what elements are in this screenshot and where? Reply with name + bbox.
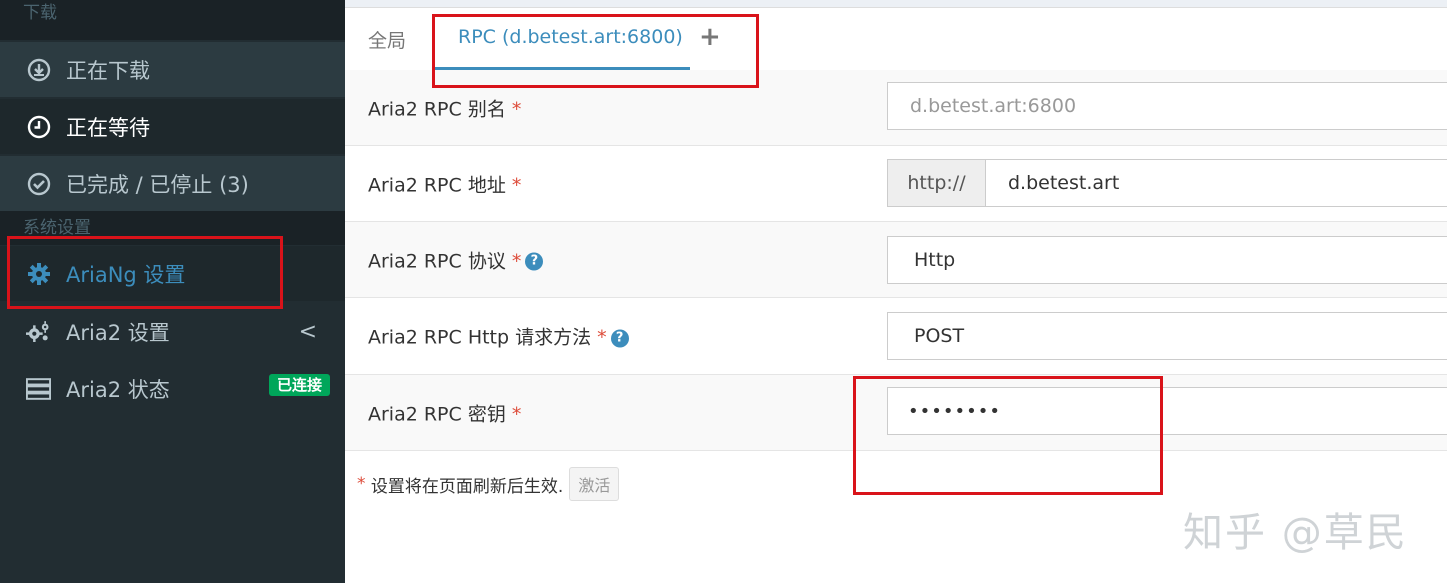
sidebar-item-aria2-settings[interactable]: Aria2 设置 < [0,303,345,360]
check-circle-icon [26,171,51,196]
server-icon [26,376,51,401]
http-method-label: Aria2 RPC Http 请求方法 *? [368,323,629,350]
required-mark: * [511,403,522,425]
sidebar-item-downloading[interactable]: 正在下载 [0,42,345,97]
sidebar-item-label: 已完成 / 已停止 (3) [66,172,249,197]
secret-label: Aria2 RPC 密钥 * [368,403,522,425]
help-icon[interactable]: ? [610,329,629,347]
protocol-prefix-addon: http:// [887,159,986,207]
protocol-label: Aria2 RPC 协议 *? [368,246,544,273]
help-icon[interactable]: ? [525,252,544,271]
http-method-select[interactable]: POST [887,312,1447,360]
gears-icon [26,319,51,344]
sidebar-item-waiting[interactable]: 正在等待 [0,99,345,154]
highlight-box-ariang-settings [7,236,283,309]
form-row-address: Aria2 RPC 地址 * http:// d.betest.art [345,146,1447,222]
top-border [345,0,1447,8]
form-row-protocol: Aria2 RPC 协议 *? Http [345,222,1447,298]
sidebar-header-download: 下载 [0,0,345,40]
clock-icon [26,114,51,139]
sidebar-item-label: 正在下载 [66,58,150,83]
tab-global[interactable]: 全局 [368,26,406,53]
connected-badge: 已连接 [268,374,330,396]
sidebar-item-stopped[interactable]: 已完成 / 已停止 (3) [0,156,345,211]
chevron-left-icon: < [298,319,317,344]
download-circle-icon [26,57,51,82]
form-row-http-method: Aria2 RPC Http 请求方法 *? POST [345,298,1447,375]
alias-label: Aria2 RPC 别名 * [368,98,522,120]
required-mark: * [511,98,522,120]
required-mark: * [357,474,366,494]
sidebar-item-aria2-status[interactable]: Aria2 状态 已连接 [0,360,345,417]
required-mark: * [511,174,522,196]
watermark: 知乎 @草民 [1183,510,1408,556]
note-text: 设置将在页面刷新后生效. [370,476,564,497]
highlight-box-rpc-tab [432,14,759,88]
settings-note: * 设置将在页面刷新后生效. 激活 [357,467,620,501]
required-mark: * [597,326,607,349]
address-label: Aria2 RPC 地址 * [368,174,522,196]
highlight-box-secret [853,376,1163,495]
sidebar-item-label: Aria2 状态 [66,377,170,402]
alias-input[interactable]: d.betest.art:6800 [887,82,1447,130]
sidebar-item-label: Aria2 设置 [66,320,170,345]
protocol-select[interactable]: Http [887,236,1447,284]
sidebar-item-label: 正在等待 [66,115,150,140]
activate-button[interactable]: 激活 [569,467,620,501]
address-input[interactable]: d.betest.art [985,159,1447,207]
required-mark: * [511,250,522,272]
